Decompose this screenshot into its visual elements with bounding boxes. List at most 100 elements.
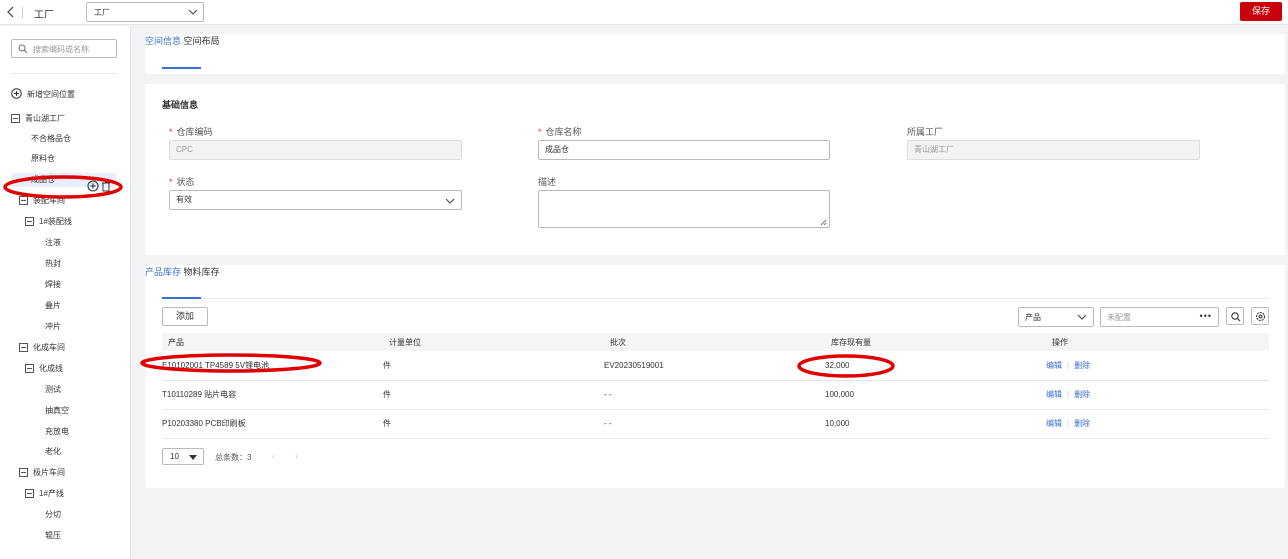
status-value: 有效	[176, 195, 192, 204]
settings-button[interactable]	[1251, 307, 1269, 325]
tree-node-label: 1#装配线	[39, 217, 72, 226]
edit-link[interactable]: 编辑	[1046, 390, 1062, 399]
column-header: 操作	[1046, 333, 1269, 351]
page-size-select[interactable]: 10	[162, 448, 204, 465]
top-tabs-panel: 空间信息 空间布局	[145, 34, 1285, 74]
active-tab-underline	[162, 67, 201, 69]
tab-divider	[162, 298, 1269, 299]
tree-node-label: 原料仓	[31, 154, 55, 163]
delete-icon[interactable]	[101, 181, 111, 192]
collapse-icon[interactable]	[19, 196, 28, 205]
active-tab-underline	[162, 297, 201, 299]
cell-product: E10102001 TP4589 5V锂电池	[162, 351, 383, 381]
new-position-label: 新增空间位置	[27, 90, 75, 99]
filter-field-value: 产品	[1025, 313, 1041, 322]
add-child-icon[interactable]	[87, 180, 99, 192]
divider	[11, 73, 117, 74]
search-input[interactable]: 搜索编码或名称	[11, 39, 117, 58]
tree-node-label: 冲片	[45, 322, 61, 331]
collapse-icon[interactable]	[19, 343, 28, 352]
tab-material-inventory[interactable]: 物料库存	[184, 267, 220, 277]
column-header[interactable]: 库存现有量	[825, 333, 1046, 351]
delete-link[interactable]: 删除	[1074, 361, 1090, 370]
table-row[interactable]: E10102001 TP4589 5V锂电池件 EV20230519001 32,0…	[162, 351, 1269, 381]
description-textarea[interactable]	[538, 190, 830, 228]
tree-node-label: 化成线	[39, 364, 63, 373]
page-title: 工厂	[34, 10, 54, 21]
filter-field-select[interactable]: 产品	[1018, 307, 1094, 327]
gear-icon	[1255, 311, 1266, 322]
collapse-icon[interactable]	[25, 217, 34, 226]
next-page-button[interactable]: ›	[295, 451, 298, 461]
total-count: 总条数：3	[215, 453, 252, 462]
more-icon[interactable]: •••	[1200, 311, 1212, 321]
tree-node-label: 注液	[45, 238, 61, 247]
section-title: 基础信息	[162, 100, 199, 110]
divider	[22, 7, 23, 18]
tab-space-layout[interactable]: 空间布局	[184, 36, 220, 46]
search-placeholder: 搜索编码或名称	[33, 45, 89, 54]
top-bar: 工厂 工厂 保存	[0, 0, 1288, 25]
column-header[interactable]: 产品	[162, 333, 383, 351]
search-icon	[18, 44, 28, 54]
sidebar: 搜索编码或名称 新增空间位置 青山湖工厂 不合格品仓 原料仓 成品仓 装配车间 1#装配线…	[0, 26, 131, 559]
action-divider: |	[1067, 419, 1070, 428]
table-row[interactable]: P10203380 PCB印刷板件 - -10,000 编辑 | 删除	[162, 409, 1269, 439]
add-button[interactable]: 添加	[162, 307, 208, 326]
warehouse-name-field[interactable]: 成品仓	[538, 140, 830, 160]
cell-qty: 10,000	[825, 409, 1046, 439]
cell-batch: - -	[604, 409, 825, 439]
tree-node-label: 分切	[45, 510, 61, 519]
collapse-icon[interactable]	[11, 114, 20, 123]
cell-unit: 件	[383, 351, 604, 381]
column-header[interactable]: 批次	[604, 333, 825, 351]
delete-link[interactable]: 删除	[1074, 419, 1090, 428]
tree-node-label: 老化	[45, 447, 61, 456]
collapse-icon[interactable]	[19, 468, 28, 477]
tree-node-label: 青山湖工厂	[25, 114, 65, 123]
tree-node-label: 成品仓	[31, 175, 55, 184]
factory-select-value: 工厂	[94, 8, 110, 17]
action-divider: |	[1067, 390, 1070, 399]
tree-node-label: 焊接	[45, 280, 61, 289]
cell-batch: - -	[604, 380, 825, 410]
column-header[interactable]: 计量单位	[383, 333, 604, 351]
filter-value-input[interactable]: 未配置 •••	[1100, 307, 1219, 327]
tab-product-inventory[interactable]: 产品库存	[145, 267, 181, 277]
tab-space-info[interactable]: 空间信息	[145, 36, 181, 46]
description-label: 描述	[538, 177, 557, 187]
table-body: E10102001 TP4589 5V锂电池件 EV20230519001 32,0…	[162, 351, 1269, 439]
collapse-icon[interactable]	[25, 489, 34, 498]
delete-link[interactable]: 删除	[1074, 390, 1090, 399]
status-select[interactable]: 有效	[169, 190, 462, 210]
chevron-down-icon	[1077, 312, 1087, 322]
tree-node-label: 叠片	[45, 301, 61, 310]
collapse-icon[interactable]	[25, 364, 34, 373]
cell-qty: 100,000	[825, 380, 1046, 410]
chevron-down-icon	[445, 195, 455, 205]
save-button[interactable]: 保存	[1240, 2, 1282, 21]
basic-info-panel: 基础信息 * 仓库编码 CPC * 仓库名称 成品仓 所属工厂 青山湖工厂 * 状态 …	[145, 84, 1285, 255]
caret-down-icon	[189, 454, 197, 463]
status-label: * 状态	[169, 177, 195, 187]
search-icon	[1231, 312, 1241, 322]
cell-actions: 编辑 | 删除	[1046, 409, 1269, 439]
resize-handle-icon[interactable]	[820, 218, 827, 226]
cell-unit: 件	[383, 380, 604, 410]
tree-node-label: 化成车间	[33, 343, 65, 352]
prev-page-button[interactable]: ‹	[272, 451, 275, 461]
warehouse-code-label: * 仓库编码	[169, 127, 213, 137]
edit-link[interactable]: 编辑	[1046, 361, 1062, 370]
back-arrow-icon[interactable]	[6, 6, 16, 18]
warehouse-code-field[interactable]: CPC	[169, 140, 462, 160]
edit-link[interactable]: 编辑	[1046, 419, 1062, 428]
tree-node-label: 充放电	[45, 427, 69, 436]
cell-product: T10110289 贴片电容	[162, 380, 383, 410]
search-button[interactable]	[1226, 307, 1244, 325]
action-divider: |	[1067, 360, 1070, 370]
factory-field[interactable]: 青山湖工厂	[907, 140, 1200, 160]
factory-label: 所属工厂	[907, 127, 944, 137]
factory-select[interactable]: 工厂	[86, 2, 204, 22]
tree-node-label: 热封	[45, 259, 61, 268]
table-row[interactable]: T10110289 贴片电容件 - -100,000 编辑 | 删除	[162, 380, 1269, 410]
